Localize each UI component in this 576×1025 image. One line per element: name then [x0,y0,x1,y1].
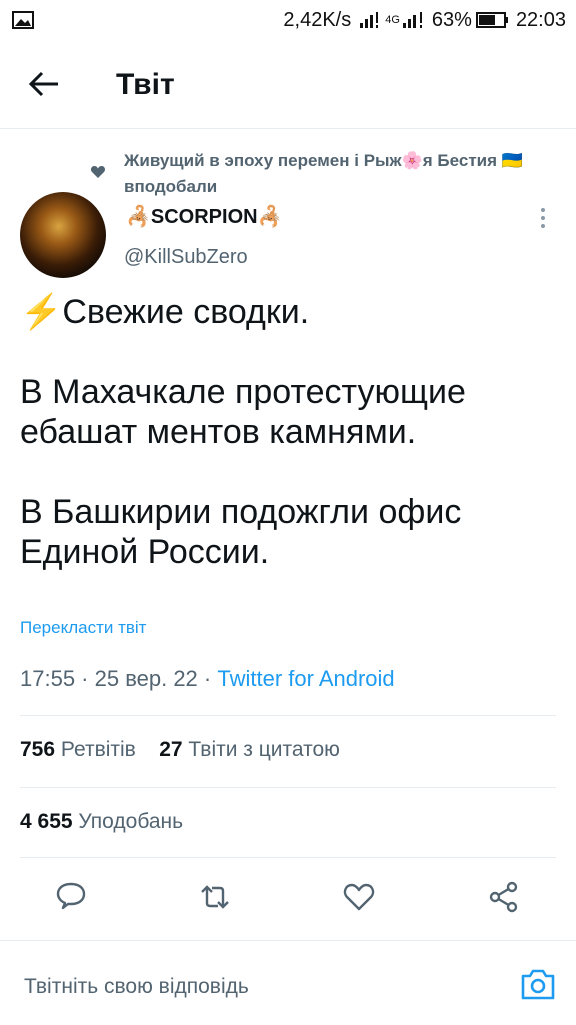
reply-bar[interactable]: Твітніть свою відповідь [0,940,576,1025]
header: Твіт [0,40,576,129]
reply-input[interactable]: Твітніть свою відповідь [24,975,249,999]
divider [20,857,556,858]
action-bar [0,872,576,922]
camera-icon[interactable] [520,967,556,1001]
likes-label: Уподобань [78,810,184,833]
retweet-icon[interactable] [198,880,232,914]
divider [20,715,556,716]
retweets-label: Ретвітів [60,738,136,761]
quotes-label: Твіти з цитатою [188,738,340,761]
social-context-text: Живущий в эпоху перемен і Рыж🌸я Бестия 🇺… [124,151,523,196]
retweets-count: 756 [20,738,56,761]
likes-count: 4 655 [20,810,73,833]
tweet-meta: 17:55 · 25 вер. 22 · Twitter for Android [20,666,395,692]
translate-link[interactable]: Перекласти твіт [20,618,146,638]
back-arrow-icon[interactable] [24,64,64,104]
retweet-stats[interactable]: 756 Ретвітів 27 Твіти з цитатою [20,738,340,762]
image-icon [12,11,34,29]
network-speed: 2,42K/s [283,8,352,31]
status-bar: 2,42K/s 4G 63% 22:03 [0,0,576,40]
user-handle[interactable]: @KillSubZero [124,246,248,269]
avatar[interactable] [20,192,106,278]
tweet-text: ⚡Свежие сводки. В Махачкале протестующие… [20,293,466,571]
clock: 22:03 [515,8,566,31]
divider [20,787,556,788]
heart-icon [90,166,106,178]
reply-icon[interactable] [54,880,88,914]
battery-percent: 63% [431,8,472,31]
status-right: 2,42K/s 4G 63% 22:03 [277,8,566,32]
network-type: 4G [385,14,400,26]
likes-stats[interactable]: 4 655 Уподобань [20,810,183,834]
page-title: Твіт [116,68,175,101]
timestamp: 17:55 · 25 вер. 22 · [20,666,218,691]
more-icon[interactable] [538,206,548,230]
quotes-count: 27 [159,738,183,761]
like-icon[interactable] [342,880,376,914]
display-name[interactable]: 🦂SCORPION🦂 [126,204,282,229]
signal-icon [360,12,379,28]
signal-icon-2 [402,12,422,28]
source-link[interactable]: Twitter for Android [217,666,394,691]
share-icon[interactable] [487,880,521,914]
battery-icon [475,12,508,28]
